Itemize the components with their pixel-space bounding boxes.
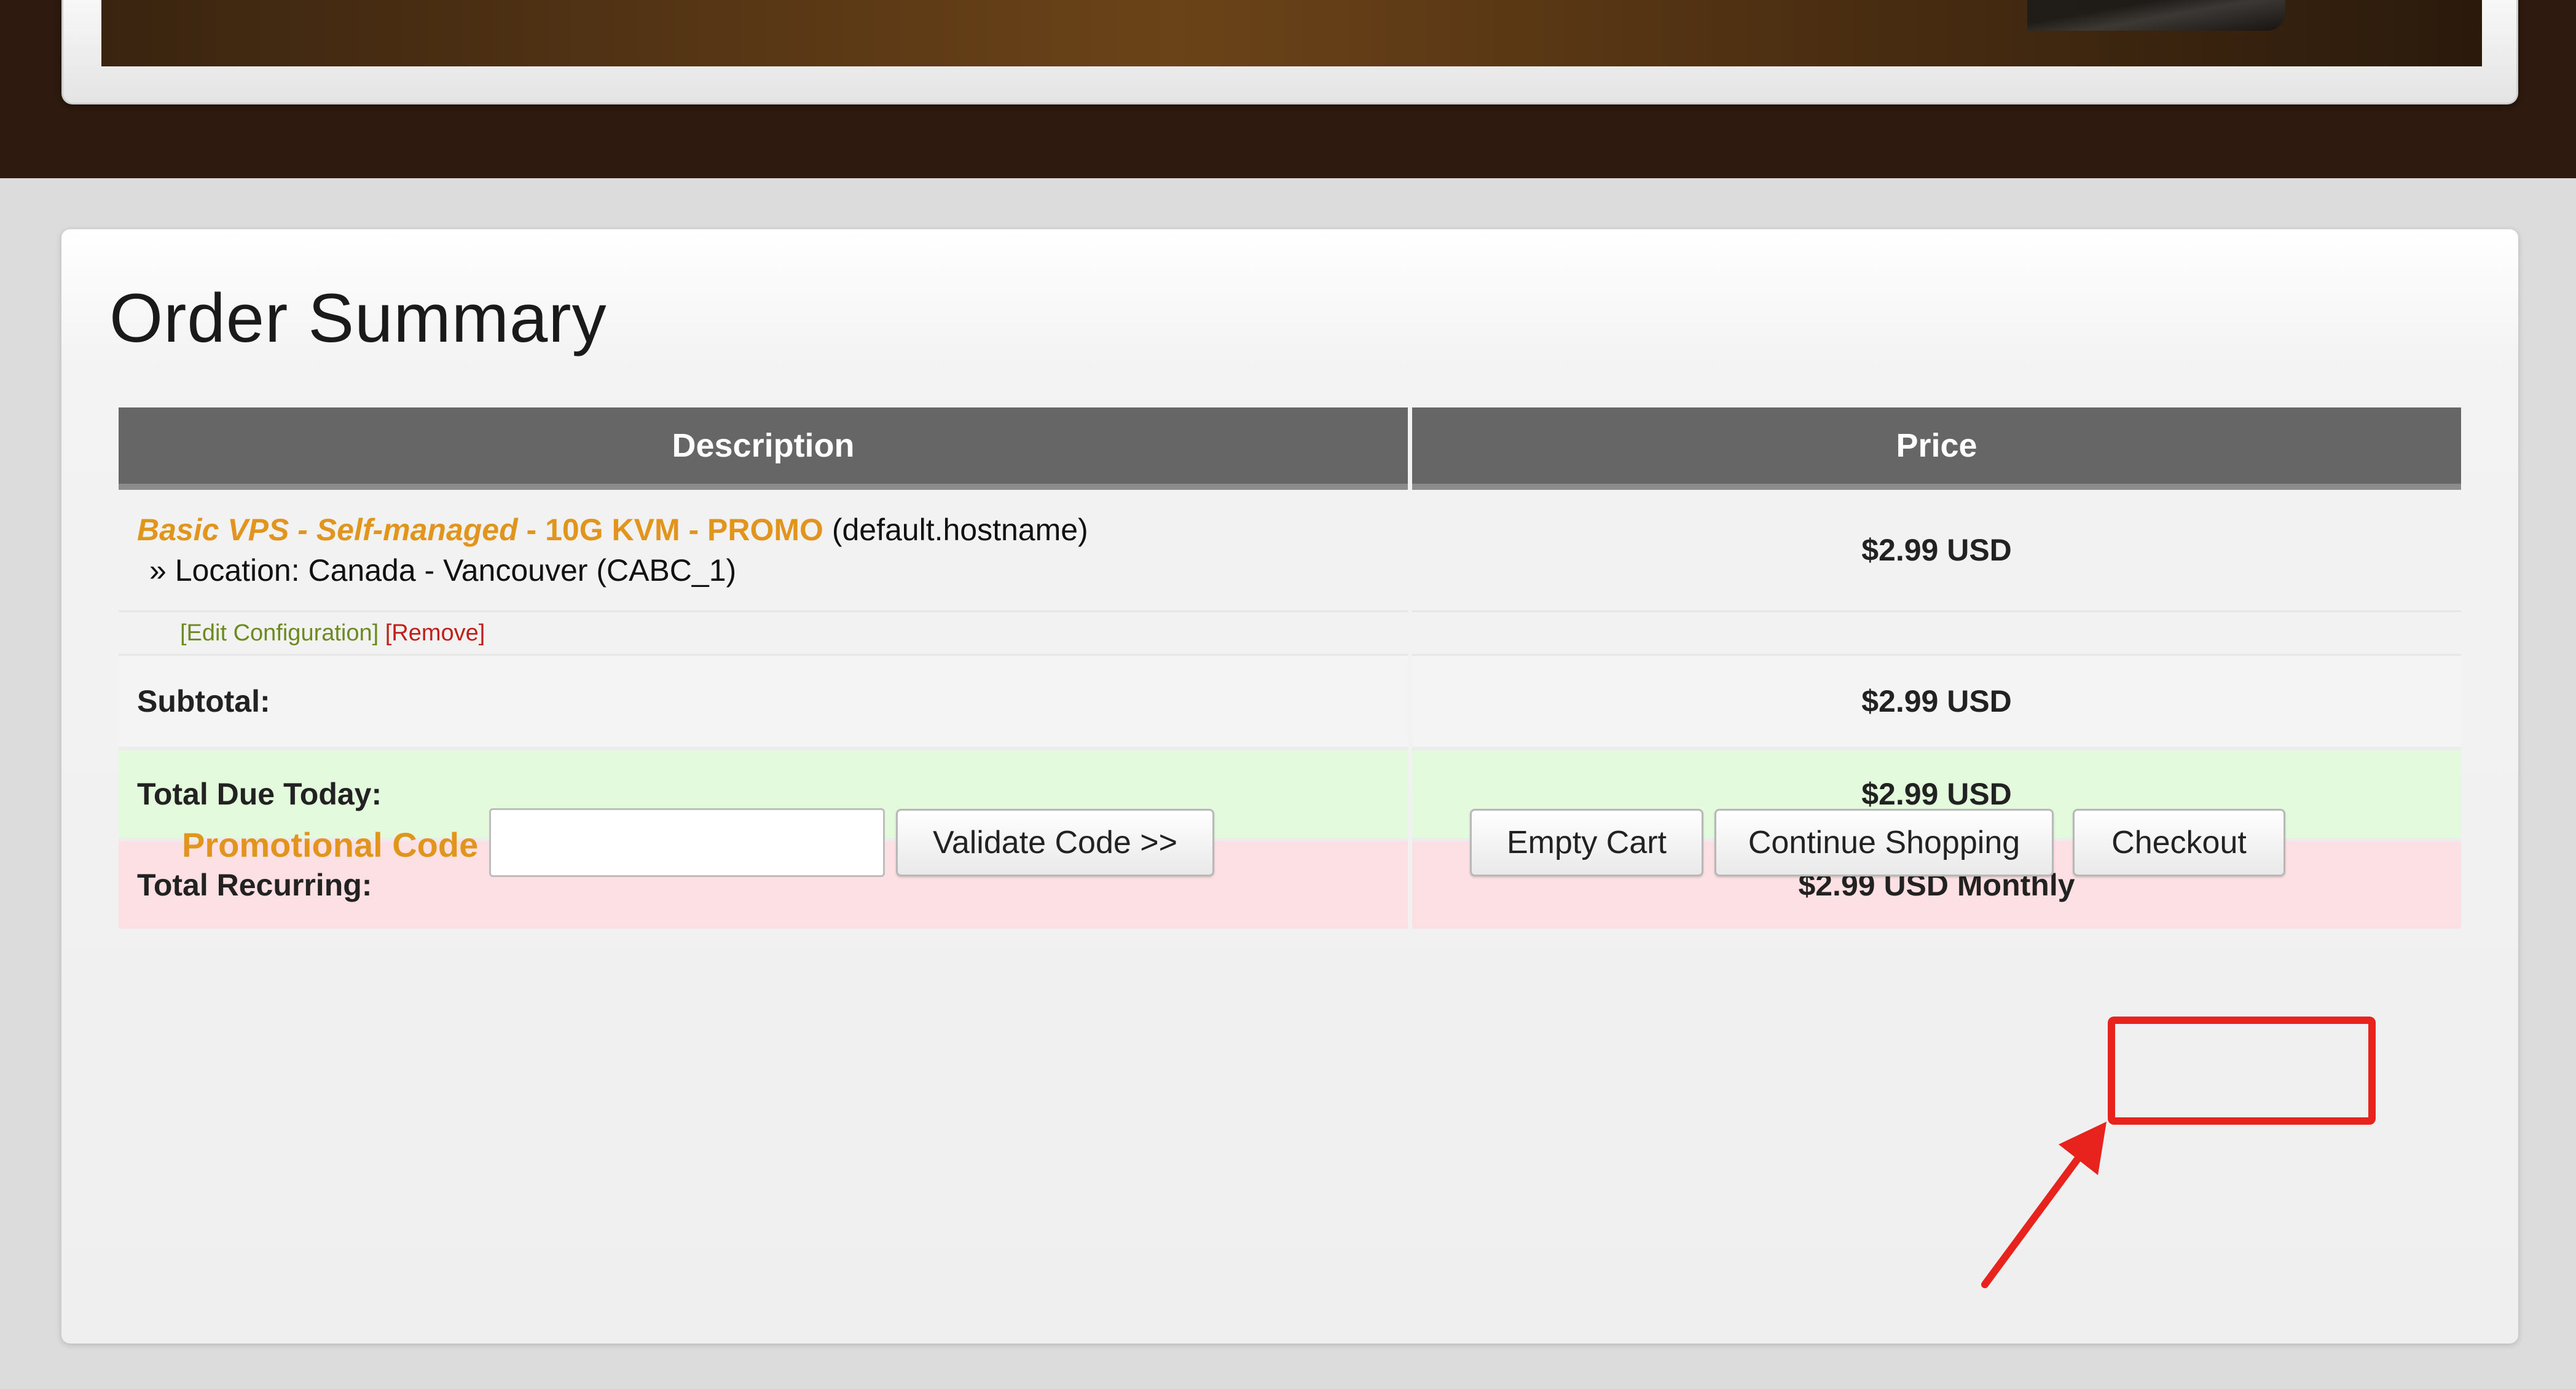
promo-code-input[interactable] — [489, 808, 885, 877]
product-plan-name[interactable]: - 10G KVM - PROMO — [518, 513, 823, 547]
annotation-arrow-shaft — [1981, 1139, 2093, 1288]
edit-configuration-link[interactable]: [Edit Configuration] — [180, 620, 379, 646]
page-title: Order Summary — [109, 280, 607, 356]
cart-item-actions-row: [Edit Configuration] [Remove] — [119, 610, 2461, 656]
site-header-band — [0, 0, 2576, 178]
product-hostname: (default.hostname) — [823, 513, 1088, 547]
empty-cart-button[interactable]: Empty Cart — [1470, 809, 1703, 876]
banner-image — [101, 0, 2482, 66]
validate-code-button[interactable]: Validate Code >> — [896, 809, 1214, 876]
banner-frame — [61, 0, 2518, 104]
subtotal-row: Subtotal: $2.99 USD — [119, 656, 2461, 747]
remove-item-link[interactable]: [Remove] — [385, 620, 485, 646]
annotation-arrow-head — [2059, 1122, 2107, 1175]
promo-code-label: Promotional Code — [182, 825, 479, 864]
continue-shopping-button[interactable]: Continue Shopping — [1714, 809, 2054, 876]
cart-item-actions-spacer — [1412, 610, 2461, 656]
checkout-highlight-box — [2108, 1017, 2376, 1125]
subtotal-value: $2.99 USD — [1412, 656, 2461, 747]
cart-item-actions: [Edit Configuration] [Remove] — [119, 610, 1408, 656]
column-header-price: Price — [1412, 407, 2461, 490]
cart-item-price: $2.99 USD — [1861, 533, 2012, 567]
table-header-row: Description Price — [119, 407, 2461, 490]
order-summary-panel: Order Summary Description Price Basic VP… — [61, 229, 2518, 1344]
column-header-description: Description — [119, 407, 1408, 490]
cart-item-description: Basic VPS - Self-managed - 10G KVM - PRO… — [119, 490, 1408, 610]
annotation-arrow-icon — [1981, 1122, 2107, 1288]
product-name-link[interactable]: Basic VPS - Self-managed — [137, 513, 518, 547]
subtotal-label: Subtotal: — [119, 656, 1408, 747]
product-location: » Location: Canada - Vancouver (CABC_1) — [149, 553, 737, 588]
checkout-button[interactable]: Checkout — [2073, 809, 2285, 876]
cart-item-row: Basic VPS - Self-managed - 10G KVM - PRO… — [119, 490, 2461, 610]
